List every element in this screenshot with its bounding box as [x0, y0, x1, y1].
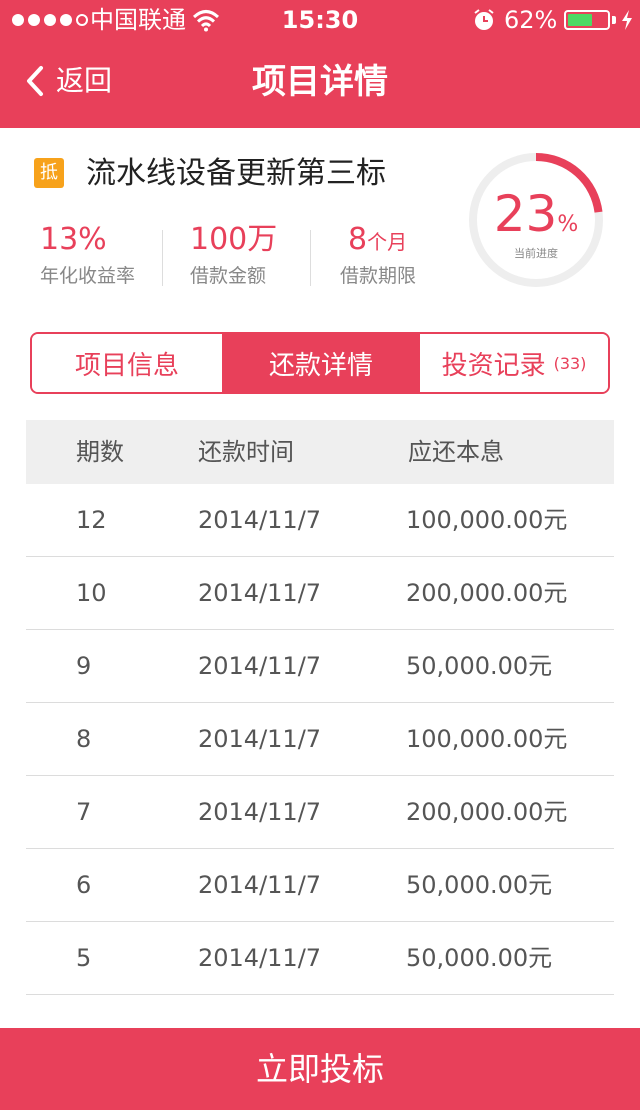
cell-date: 2014/11/7 [198, 944, 322, 972]
table-row: 8 2014/11/7 100,000.00元 [26, 703, 614, 776]
project-name: 流水线设备更新第三标 [86, 156, 386, 191]
cell-period: 7 [76, 798, 92, 826]
stat-loan-term: 8个月 借款期限 [340, 222, 416, 290]
detail-tabs: 项目信息 还款详情 投资记录 (33) [30, 332, 610, 394]
status-bar: 中国联通 15:30 62% [0, 0, 640, 40]
cell-period: 8 [76, 725, 92, 753]
cell-amount: 100,000.00元 [406, 725, 568, 753]
table-row: 12 2014/11/7 100,000.00元 [26, 484, 614, 557]
project-summary: 抵 流水线设备更新第三标 13% 年化收益率 100万 借款金额 8个月 借款期… [0, 128, 640, 318]
tab-investment-records[interactable]: 投资记录 (33) [418, 334, 608, 392]
table-row: 5 2014/11/7 50,000.00元 [26, 922, 614, 995]
top-bar: 中国联通 15:30 62% 返回 项目详情 [0, 0, 640, 128]
stat-annual-yield: 13% 年化收益率 [40, 222, 135, 290]
tab-label: 还款详情 [268, 350, 373, 381]
repayment-table: 期数 还款时间 应还本息 12 2014/11/7 100,000.00元 10 201… [26, 420, 614, 995]
progress-value: 23% [493, 185, 579, 243]
cell-amount: 200,000.00元 [406, 579, 568, 607]
battery-icon [564, 10, 610, 30]
tab-repayment-details[interactable]: 还款详情 [222, 334, 418, 392]
table-row: 10 2014/11/7 200,000.00元 [26, 557, 614, 630]
cell-period: 9 [76, 652, 92, 680]
table-body: 12 2014/11/7 100,000.00元 10 2014/11/7 200,000… [26, 484, 614, 995]
charging-bolt-icon [622, 10, 632, 30]
stat-divider [162, 230, 163, 286]
progress-ring: 23% 当前进度 [468, 152, 604, 288]
cell-period: 10 [76, 579, 107, 607]
cell-amount: 200,000.00元 [406, 798, 568, 826]
alarm-clock-icon [474, 9, 494, 30]
column-header-period: 期数 [76, 438, 124, 466]
column-header-date: 还款时间 [198, 438, 294, 466]
mortgage-badge: 抵 [34, 158, 64, 188]
battery-percentage: 62% [504, 6, 558, 34]
stat-label: 借款期限 [340, 265, 417, 287]
cell-date: 2014/11/7 [198, 579, 322, 607]
table-header: 期数 还款时间 应还本息 [26, 420, 614, 484]
stat-value: 100万 [190, 222, 278, 257]
table-row: 6 2014/11/7 50,000.00元 [26, 849, 614, 922]
stat-label: 借款金额 [190, 265, 267, 287]
table-row: 9 2014/11/7 50,000.00元 [26, 630, 614, 703]
stat-label: 年化收益率 [40, 265, 136, 287]
progress-label: 当前进度 [514, 247, 558, 260]
stat-value: 13% [40, 222, 107, 257]
tab-project-info[interactable]: 项目信息 [32, 334, 222, 392]
tab-count-badge: (33) [553, 353, 587, 373]
cell-date: 2014/11/7 [198, 871, 322, 899]
cell-date: 2014/11/7 [198, 652, 322, 680]
stat-loan-amount: 100万 借款金额 [190, 222, 277, 290]
cell-amount: 50,000.00元 [406, 944, 553, 972]
table-row: 7 2014/11/7 200,000.00元 [26, 776, 614, 849]
page-title: 项目详情 [252, 62, 388, 102]
cell-period: 12 [76, 506, 107, 534]
stat-value: 8个月 [348, 222, 408, 257]
navigation-bar: 返回 项目详情 [0, 40, 640, 128]
tab-label: 投资记录 [441, 350, 546, 381]
stat-divider [310, 230, 311, 286]
invest-now-button[interactable]: 立即投标 [0, 1028, 640, 1110]
cell-date: 2014/11/7 [198, 798, 322, 826]
battery-cap [612, 16, 616, 24]
tab-label: 项目信息 [74, 350, 179, 381]
cell-period: 5 [76, 944, 92, 972]
cell-amount: 100,000.00元 [406, 506, 568, 534]
cell-amount: 50,000.00元 [406, 652, 553, 680]
cell-date: 2014/11/7 [198, 725, 322, 753]
project-stats: 13% 年化收益率 100万 借款金额 8个月 借款期限 [0, 222, 460, 292]
column-header-amount: 应还本息 [408, 438, 504, 466]
cell-amount: 50,000.00元 [406, 871, 553, 899]
battery-fill [568, 14, 592, 26]
cell-date: 2014/11/7 [198, 506, 322, 534]
cell-period: 6 [76, 871, 92, 899]
